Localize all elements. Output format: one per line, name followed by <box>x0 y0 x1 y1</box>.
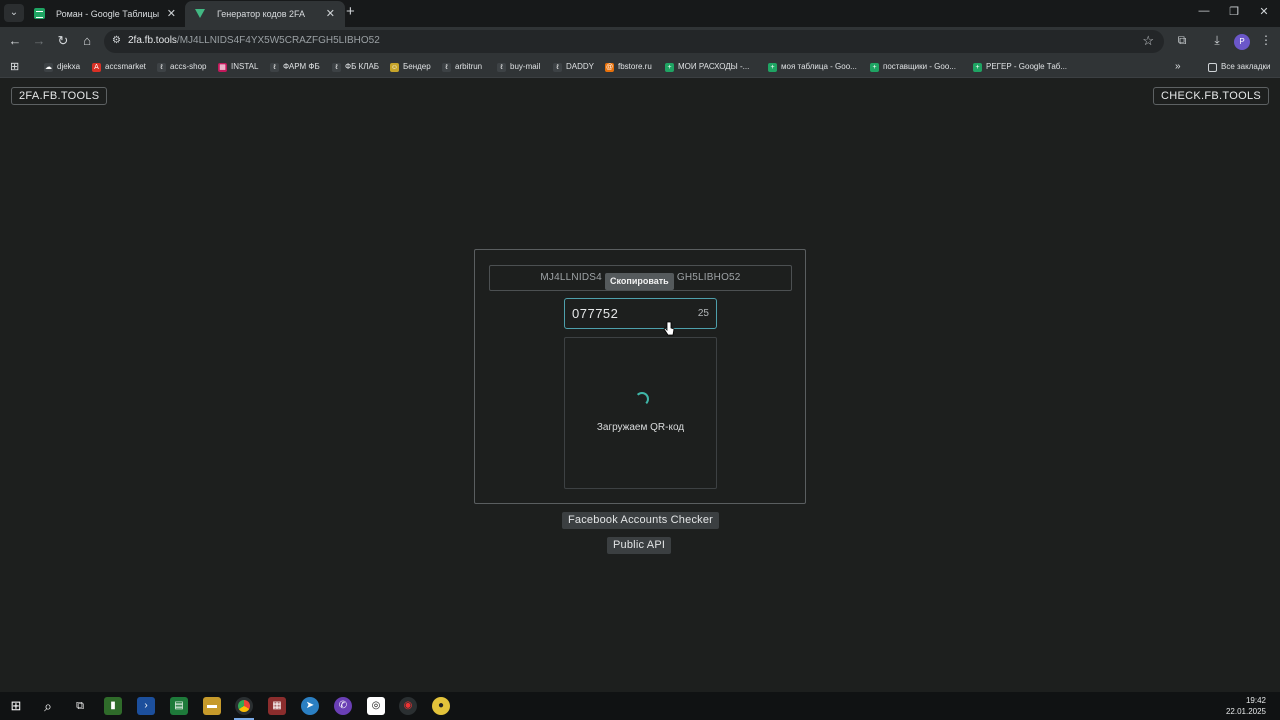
address-bar[interactable]: ⚙ 2fa.fb.tools/MJ4LLNIDS4F4YX5W5CRAZFGH5… <box>104 30 1164 53</box>
hand-cursor-icon <box>663 321 675 336</box>
bookmark-buy-mail[interactable]: ℓ buy-mail <box>497 60 540 74</box>
bookmark-fbstore[interactable]: @ fbstore.ru <box>605 60 652 74</box>
bookmark-my-expenses[interactable]: + МОИ РАСХОДЫ -... <box>665 60 749 74</box>
code-field[interactable]: 077752 25 <box>564 298 717 329</box>
clock[interactable]: 19:42 22.01.2025 <box>1226 695 1266 717</box>
bookmark-arbitrun[interactable]: ℓ arbitrun <box>442 60 482 74</box>
archiver-icon[interactable]: ▦ <box>268 697 286 715</box>
public-api-button[interactable]: Public API <box>607 537 672 554</box>
link-icon: ℓ <box>157 63 166 72</box>
forward-icon[interactable]: → <box>32 34 46 48</box>
vue-icon <box>195 8 206 19</box>
bookmark-accs-shop[interactable]: ℓ accs-shop <box>157 60 206 74</box>
windows-taskbar: ⊞ ⌕ ⧉ ▮ › ▤ ▬ ▦ ➤ ✆ ◎ ◉ ● 19:42 22.01.20… <box>0 692 1280 720</box>
store-icon: @ <box>605 63 614 72</box>
new-tab-button[interactable]: + <box>346 3 360 20</box>
site-info-icon[interactable]: ⚙ <box>112 35 121 46</box>
browser-toolbar: ← → ↻ ⌂ ⚙ 2fa.fb.tools/MJ4LLNIDS4F4YX5W5… <box>0 27 1280 56</box>
bookmark-star-icon[interactable]: ☆ <box>1142 33 1154 49</box>
chrome-icon[interactable] <box>235 697 253 715</box>
apps-icon[interactable]: ⊞ <box>10 60 19 74</box>
tab-strip: ⌄ Роман - Google Таблицы ✕ Генератор код… <box>0 0 1280 27</box>
link-icon: ℓ <box>553 63 562 72</box>
tab-2fa-generator[interactable]: Генератор кодов 2FA ✕ <box>185 1 345 27</box>
viber-icon[interactable]: ✆ <box>334 697 352 715</box>
task-view-icon[interactable]: ⧉ <box>71 697 89 715</box>
qr-loading-text: Загружаем QR-код <box>596 422 685 433</box>
bookmark-my-table[interactable]: + моя таблица - Goo... <box>768 60 857 74</box>
copy-tooltip: Скопировать <box>605 273 674 290</box>
app-icon[interactable]: ● <box>432 697 450 715</box>
qr-code-area: Загружаем QR-код <box>564 337 717 489</box>
bookmark-djekxa[interactable]: ☁ djekxa <box>44 60 80 74</box>
link-icon: ℓ <box>332 63 341 72</box>
restore-icon[interactable]: ❐ <box>1227 5 1241 18</box>
person-icon: ☺ <box>390 63 399 72</box>
loading-spinner-icon <box>635 392 649 406</box>
telegram-icon[interactable]: ➤ <box>301 697 319 715</box>
file-explorer-icon[interactable]: ▬ <box>203 697 221 715</box>
profile-avatar[interactable]: P <box>1234 34 1250 50</box>
menu-icon[interactable]: ⋮ <box>1258 33 1274 47</box>
minimize-icon[interactable]: — <box>1197 5 1211 17</box>
reload-icon[interactable]: ↻ <box>56 34 70 48</box>
secret-key-end: GH5LIBHO52 <box>676 272 741 283</box>
close-icon[interactable]: ✕ <box>326 1 335 27</box>
home-icon[interactable]: ⌂ <box>80 34 94 48</box>
bookmark-bender[interactable]: ☺ Бендер <box>390 60 431 74</box>
a-logo-icon: A <box>92 63 101 72</box>
2fa-panel: MJ4LLNIDS4 GH5LIBHO52 Скопировать 077752 … <box>474 249 806 504</box>
link-icon: ℓ <box>270 63 279 72</box>
bookmark-suppliers[interactable]: + поставщики - Goo... <box>870 60 956 74</box>
bookmark-reger[interactable]: + РЕГЕР - Google Таб... <box>973 60 1067 74</box>
google-sheets-icon: + <box>768 63 777 72</box>
browser-icon[interactable]: ◉ <box>399 697 417 715</box>
bookmarks-bar: ⊞ ☁ djekxa Aaccsmarket ℓ accs-shop ▦ INSTAL… <box>0 56 1280 78</box>
check-tools-link[interactable]: CHECK.FB.TOOLS <box>1153 87 1269 105</box>
sheet-app-icon[interactable]: ▤ <box>170 697 188 715</box>
terminal-icon[interactable]: › <box>137 697 155 715</box>
2fa-tools-link[interactable]: 2FA.FB.TOOLS <box>11 87 108 105</box>
facebook-accounts-checker-button[interactable]: Facebook Accounts Checker <box>562 512 720 529</box>
all-bookmarks[interactable]: Все закладки <box>1208 60 1270 74</box>
secret-key-start: MJ4LLNIDS4 <box>540 272 602 283</box>
windows-start-icon[interactable]: ⊞ <box>7 697 25 715</box>
tab-title: Генератор кодов 2FA <box>217 9 305 19</box>
bookmark-accsmarket[interactable]: Aaccsmarket <box>92 60 146 74</box>
app-icon[interactable]: ▮ <box>104 697 122 715</box>
tab-search-button[interactable]: ⌄ <box>4 4 24 22</box>
tab-title: Роман - Google Таблицы <box>56 9 160 19</box>
clock-date: 22.01.2025 <box>1225 707 1266 716</box>
bookmark-instal[interactable]: ▦ INSTAL <box>218 60 258 74</box>
google-sheets-icon <box>34 8 45 19</box>
more-bookmarks-icon[interactable]: » <box>1175 60 1181 74</box>
url-text: 2fa.fb.tools/MJ4LLNIDS4F4YX5W5CRAZFGH5LI… <box>128 35 380 46</box>
clock-time: 19:42 <box>1245 696 1266 705</box>
search-icon[interactable]: ⌕ <box>39 697 57 715</box>
google-sheets-icon: + <box>973 63 982 72</box>
code-timer: 25 <box>697 308 709 319</box>
tab-google-sheets[interactable]: Роман - Google Таблицы ✕ <box>24 1 186 27</box>
google-sheets-icon: + <box>665 63 674 72</box>
otp-code: 077752 <box>572 306 619 321</box>
bookmark-farm-fb[interactable]: ℓ ФАРМ ФБ <box>270 60 320 74</box>
bookmark-fb-club[interactable]: ℓ ФБ КЛАБ <box>332 60 379 74</box>
folder-icon <box>1208 63 1217 72</box>
app-icon[interactable]: ◎ <box>367 697 385 715</box>
window-close-icon[interactable]: ✕ <box>1257 5 1271 18</box>
extensions-icon[interactable]: ⧉ <box>1174 33 1190 48</box>
downloads-icon[interactable]: ⤓ <box>1209 33 1225 48</box>
link-icon: ℓ <box>442 63 451 72</box>
link-icon: ℓ <box>497 63 506 72</box>
google-sheets-icon: + <box>870 63 879 72</box>
grid-icon: ▦ <box>218 63 227 72</box>
page-content: 2FA.FB.TOOLS CHECK.FB.TOOLS MJ4LLNIDS4 GH… <box>0 79 1280 692</box>
bookmark-daddy[interactable]: ℓ DADDY <box>553 60 594 74</box>
back-icon[interactable]: ← <box>8 34 22 48</box>
close-icon[interactable]: ✕ <box>167 1 176 27</box>
cloud-icon: ☁ <box>44 63 53 72</box>
